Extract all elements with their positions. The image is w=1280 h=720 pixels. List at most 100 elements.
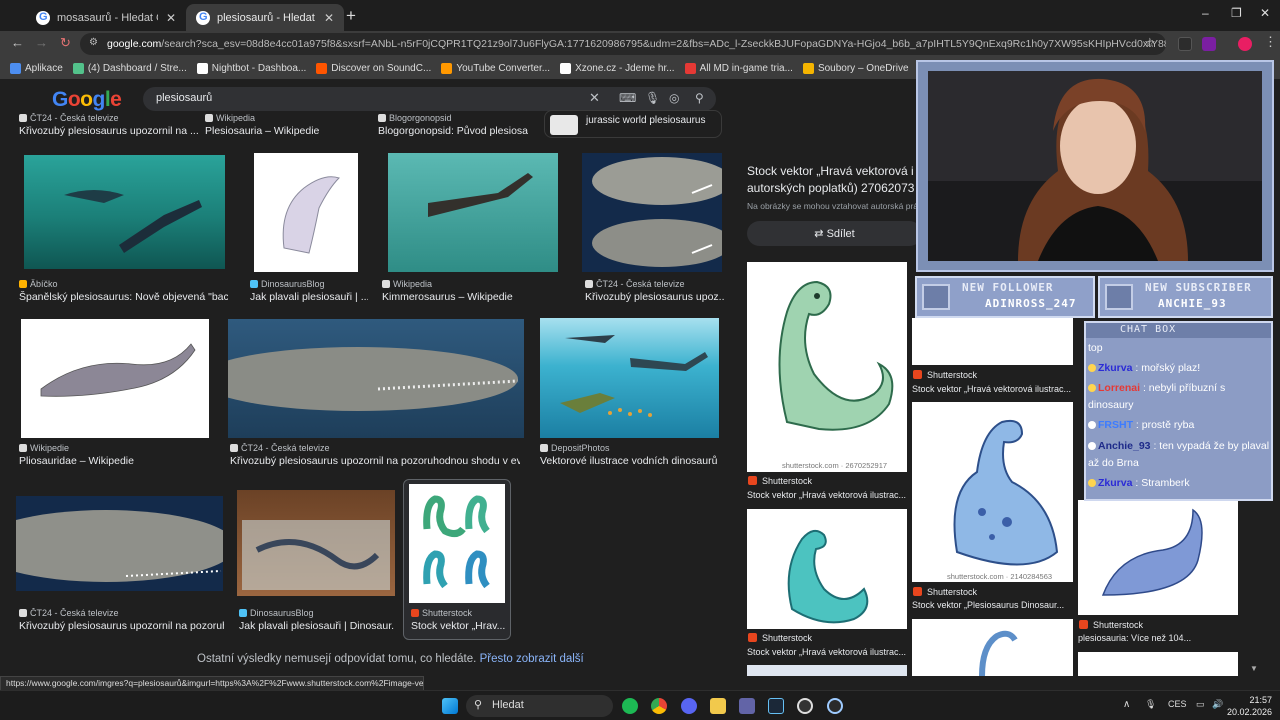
result-title[interactable]: Stock vektor „Plesiosaurus Dinosaur... — [912, 600, 1072, 610]
new-follower-alert: NEW FOLLOWER ADINROSS_247 — [915, 276, 1095, 318]
bookmark-item[interactable]: All MD in-game tria... — [684, 62, 793, 74]
tab-plesiosauru[interactable]: plesiosaurů - Hledat Googlem ✕ — [186, 4, 344, 31]
related-image[interactable] — [1078, 652, 1238, 676]
tray-chevron-icon[interactable]: ∧ — [1123, 699, 1130, 710]
result-title[interactable]: Stock vektor „Hrav... — [411, 620, 506, 632]
result-title[interactable]: Španělský plesiosaurus: Nově objevená "b… — [19, 291, 228, 303]
language-indicator[interactable]: CES — [1168, 699, 1187, 709]
microphone-icon[interactable]: 🎙 — [645, 91, 660, 105]
result-title[interactable]: Stock vektor „Hravá vektorová ilustrac..… — [747, 490, 907, 500]
tab-close-icon[interactable]: ✕ — [166, 11, 176, 25]
search-icon[interactable]: ⚲ — [695, 91, 704, 105]
volume-icon[interactable]: 🔊 — [1212, 699, 1223, 710]
show-more-link[interactable]: Přesto zobrazit další — [480, 653, 584, 665]
spotify-icon[interactable] — [622, 698, 638, 714]
bookmark-item[interactable]: Soubory – OneDrive — [802, 62, 909, 74]
new-tab-button[interactable]: + — [346, 6, 356, 26]
result-title[interactable]: Vektorové ilustrace vodních dinosaurů i.… — [540, 455, 720, 467]
bookmark-item[interactable]: YouTube Converter... — [441, 62, 550, 74]
result-image[interactable] — [228, 319, 524, 438]
result-source: ČT24 - Česká televize — [230, 443, 430, 453]
result-image[interactable] — [388, 153, 558, 272]
app-icon[interactable] — [827, 698, 843, 714]
bookmark-item[interactable]: Aplikace — [10, 62, 63, 74]
bookmark-item[interactable]: Discover on SoundC... — [316, 62, 431, 74]
discord-icon[interactable] — [681, 698, 697, 714]
tab-title: mosasaurů - Hledat Googlem — [57, 11, 158, 24]
result-title[interactable]: plesiosauria: Více než 104... — [1078, 633, 1238, 643]
result-image[interactable] — [24, 155, 225, 269]
result-title[interactable]: Kimmerosaurus – Wikipedie — [382, 291, 552, 303]
related-search-chip[interactable]: jurassic world plesiosaurus — [544, 110, 722, 138]
search-input[interactable]: plesiosaurů — [156, 92, 212, 104]
image-watermark: shutterstock.com · 2670252917 — [782, 461, 888, 470]
result-image[interactable] — [409, 484, 505, 603]
related-image[interactable]: shutterstock.com · 2670252917 — [747, 262, 907, 472]
google-logo[interactable]: Google — [52, 88, 122, 112]
bookmark-label: Soubory – OneDrive — [817, 62, 909, 74]
bookmark-item[interactable]: Xzone.cz - Jdeme hr... — [560, 62, 675, 74]
minimize-button[interactable]: – — [1202, 6, 1209, 20]
reload-icon[interactable]: ↻ — [60, 35, 71, 51]
extensions-puzzle-icon[interactable] — [1202, 37, 1216, 51]
related-image[interactable]: shutterstock.com · 2140284563 — [912, 402, 1073, 582]
chat-message: Zkurva : mořský plaz! — [1088, 360, 1270, 377]
related-image[interactable] — [1078, 500, 1238, 615]
panel-title[interactable]: Stock vektor „Hravá vektorová i autorský… — [747, 163, 922, 197]
result-title[interactable]: Stock vektor „Hravá vektorová ilustrac..… — [912, 384, 1072, 394]
result-image[interactable] — [237, 490, 395, 596]
result-image[interactable] — [582, 153, 722, 272]
file-explorer-icon[interactable] — [710, 698, 726, 714]
result-title[interactable]: Blogorgonopsid: Původ plesiosa... — [378, 125, 528, 137]
result-title[interactable]: Plesiosauria – Wikipedie — [205, 125, 365, 137]
result-title[interactable]: Pliosauridae – Wikipedie — [19, 455, 209, 467]
back-arrow-icon[interactable]: ← — [11, 35, 24, 50]
related-image[interactable] — [912, 619, 1073, 676]
start-icon[interactable] — [442, 698, 458, 714]
share-button[interactable]: ⇄ Sdílet — [747, 221, 922, 246]
bookmark-item[interactable]: (4) Dashboard / Stre... — [72, 62, 187, 74]
clock[interactable]: 21:57 20.02.2026 — [1227, 694, 1272, 718]
taskbar-search[interactable]: ⚲ Hledat — [466, 695, 613, 717]
result-image[interactable] — [21, 319, 209, 438]
bookmark-item[interactable]: Nightbot - Dashboa... — [196, 62, 306, 74]
chrome-icon[interactable] — [651, 698, 667, 714]
bookmark-favicon-icon — [10, 62, 21, 74]
bookmark-star-icon[interactable]: ☆ — [1144, 35, 1156, 51]
restore-button[interactable]: ❐ — [1231, 6, 1242, 20]
extension-icon[interactable] — [1178, 37, 1192, 51]
microphone-tray-icon[interactable]: 🎙 — [1145, 699, 1156, 710]
result-image[interactable] — [254, 153, 358, 272]
result-title[interactable]: Křivozubý plesiosaurus upozornil na pozo… — [230, 455, 520, 467]
related-image[interactable] — [747, 665, 907, 676]
result-image[interactable] — [540, 318, 719, 438]
menu-dots-icon[interactable]: ⋮ — [1264, 34, 1277, 50]
result-title[interactable]: Stock vektor „Hravá vektorová ilustrac..… — [747, 647, 907, 657]
result-title[interactable]: Jak plavali plesiosauři | Dinosaur... — [239, 620, 394, 632]
result-title[interactable]: Křivozubý plesiosaurus upozornil na ... — [19, 125, 209, 137]
result-image[interactable] — [16, 496, 223, 591]
related-image[interactable] — [747, 509, 907, 629]
steam-icon[interactable] — [768, 698, 784, 714]
forward-arrow-icon[interactable]: → — [35, 35, 48, 50]
result-source: Shutterstock — [411, 608, 506, 618]
close-window-button[interactable]: ✕ — [1260, 6, 1270, 20]
tab-close-icon[interactable]: ✕ — [324, 11, 334, 25]
teams-icon[interactable] — [739, 698, 755, 714]
address-bar[interactable]: ⚙ google.com/search?sca_esv=08d8e4cc01a9… — [80, 33, 1166, 55]
keyboard-icon[interactable]: ⌨ — [619, 91, 636, 105]
scroll-down-icon[interactable]: ▼ — [1250, 664, 1258, 673]
search-box[interactable]: plesiosaurů ✕ ⌨ 🎙 ◎ ⚲ — [143, 87, 716, 111]
profile-avatar[interactable] — [1238, 37, 1252, 51]
network-icon[interactable]: ▭ — [1196, 699, 1205, 710]
related-image[interactable] — [912, 318, 1073, 365]
lens-icon[interactable]: ◎ — [669, 91, 679, 105]
result-title[interactable]: Křivozubý plesiosaurus upoz... — [585, 291, 725, 303]
heart-icon — [922, 284, 950, 310]
clear-icon[interactable]: ✕ — [589, 90, 600, 106]
obs-icon[interactable] — [797, 698, 813, 714]
result-title[interactable]: Jak plavali plesiosauři | ... — [250, 291, 368, 303]
site-info-icon[interactable]: ⚙ — [89, 37, 98, 48]
tab-mosasauru[interactable]: mosasaurů - Hledat Googlem ✕ — [26, 4, 186, 31]
result-title[interactable]: Křivozubý plesiosaurus upozornil na pozo… — [19, 620, 224, 632]
